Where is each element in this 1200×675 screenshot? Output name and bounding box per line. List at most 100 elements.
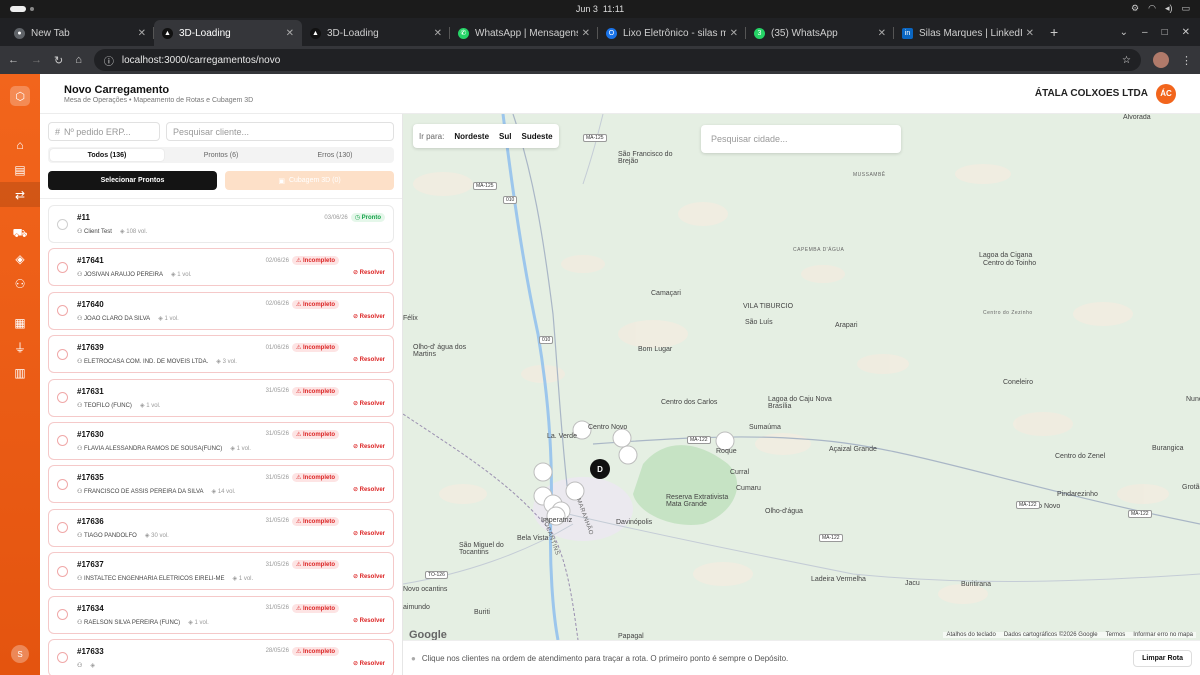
map-canvas[interactable]: D — [403, 114, 1200, 640]
resolve-button[interactable]: ⊘ Resolver — [353, 573, 385, 580]
users-icon[interactable]: ⚇ — [0, 271, 40, 296]
tab-new-tab[interactable]: ● New Tab ✕ — [6, 20, 154, 46]
order-checkbox[interactable] — [57, 392, 68, 404]
resolve-button[interactable]: ⊘ Resolver — [353, 617, 385, 624]
close-icon[interactable]: ✕ — [1026, 28, 1034, 39]
new-tab-button[interactable]: + — [1042, 24, 1066, 46]
order-number-input[interactable]: # Nº pedido ERP... — [48, 122, 160, 141]
report-icon[interactable]: ▥ — [0, 360, 40, 385]
tab-prontos[interactable]: Prontos (6) — [164, 149, 278, 161]
site-info-icon[interactable]: ⓘ — [104, 53, 114, 68]
home-icon[interactable]: ⌂ — [0, 132, 40, 157]
tab-3d-loading-active[interactable]: ▲ 3D-Loading ✕ — [154, 20, 302, 46]
cubagem-3d-button[interactable]: ▣ Cubagem 3D (0) — [225, 171, 394, 190]
forward-icon[interactable]: → — [31, 54, 42, 66]
order-card[interactable]: #17639 01/06/26 ⚠ Incompleto ⚇ ELETROCASA C… — [48, 335, 394, 374]
order-card[interactable]: #17636 31/05/26 ⚠ Incompleto ⚇ TIAGO PANDOL… — [48, 508, 394, 547]
resolve-button[interactable]: ⊘ Resolver — [353, 400, 385, 407]
truck-icon[interactable]: ⛟ — [0, 221, 40, 246]
tab-outlook[interactable]: O Lixo Eletrônico - silas ma ✕ — [598, 20, 746, 46]
document-icon[interactable]: ▦ — [0, 310, 40, 335]
bookmark-star-icon[interactable]: ☆ — [1122, 55, 1131, 66]
tab-3d-loading[interactable]: ▲ 3D-Loading ✕ — [302, 20, 450, 46]
app-logo-icon[interactable]: ⬡ — [10, 86, 30, 106]
reload-icon[interactable]: ↻ — [54, 54, 63, 67]
city-search-input[interactable]: Pesquisar cidade... — [701, 125, 901, 153]
clipboard-icon[interactable]: ▤ — [0, 157, 40, 182]
goto-sul-button[interactable]: Sul — [499, 132, 511, 141]
url-field[interactable]: ⓘ localhost:3000/carregamentos/novo ☆ — [93, 49, 1141, 71]
resolve-button[interactable]: ⊘ Resolver — [353, 269, 385, 276]
order-card[interactable]: #17630 31/05/26 ⚠ Incompleto ⚇ FLAVIA ALESS… — [48, 421, 394, 460]
maximize-icon[interactable]: □ — [1162, 27, 1168, 38]
close-icon[interactable]: ✕ — [730, 28, 738, 39]
resolve-button[interactable]: ⊘ Resolver — [353, 356, 385, 363]
keyboard-shortcuts-link[interactable]: Atalhos do teclado — [946, 632, 995, 638]
resolve-button[interactable]: ⊘ Resolver — [353, 486, 385, 493]
order-card[interactable]: #17631 31/05/26 ⚠ Incompleto ⚇ TEOFILO (FUN… — [48, 378, 394, 417]
close-icon[interactable]: ✕ — [434, 28, 442, 39]
back-icon[interactable]: ← — [8, 54, 19, 66]
order-checkbox[interactable] — [57, 305, 68, 317]
order-card[interactable]: #17635 31/05/26 ⚠ Incompleto ⚇ FRANCISCO DE… — [48, 465, 394, 504]
order-checkbox[interactable] — [57, 435, 68, 447]
resolve-button[interactable]: ⊘ Resolver — [353, 443, 385, 450]
client-search-input[interactable]: Pesquisar cliente... — [166, 122, 394, 141]
close-icon[interactable]: ✕ — [878, 28, 886, 39]
goto-sudeste-button[interactable]: Sudeste — [521, 132, 552, 141]
os-date: Jun 3 — [575, 4, 598, 14]
clear-route-button[interactable]: Limpar Rota — [1133, 649, 1192, 667]
activities-indicator[interactable] — [10, 6, 26, 12]
order-checkbox[interactable] — [57, 348, 68, 360]
order-checkbox[interactable] — [57, 565, 68, 577]
close-icon[interactable]: ✕ — [138, 28, 146, 39]
resolve-button[interactable]: ⊘ Resolver — [353, 313, 385, 320]
order-checkbox[interactable] — [57, 261, 68, 273]
order-card[interactable]: #11 03/06/26 ◷ Pronto ⚇ Client Test ◈ 108 vo… — [48, 205, 394, 243]
minimize-icon[interactable]: – — [1142, 27, 1148, 38]
resolve-button[interactable]: ⊘ Resolver — [353, 530, 385, 537]
tab-todos[interactable]: Todos (136) — [50, 149, 164, 161]
tab-linkedin[interactable]: in Silas Marques | LinkedIn ✕ — [894, 20, 1042, 46]
extension-icon[interactable]: ⚙ — [1131, 3, 1139, 14]
order-info: #17639 01/06/26 ⚠ Incompleto ⚇ ELETROCASA C… — [77, 343, 385, 365]
order-date: 31/05/26 — [265, 388, 289, 395]
menu-icon[interactable]: ⋮ — [1181, 54, 1192, 67]
close-icon[interactable]: ✕ — [582, 28, 590, 39]
wifi-icon[interactable]: ◠ — [1148, 3, 1156, 14]
close-window-icon[interactable]: ✕ — [1182, 27, 1190, 38]
goto-nordeste-button[interactable]: Nordeste — [454, 132, 489, 141]
status-text: Incompleto — [302, 648, 335, 655]
order-checkbox[interactable] — [57, 478, 68, 490]
terms-link[interactable]: Termos — [1106, 632, 1126, 638]
profile-avatar[interactable] — [1153, 52, 1169, 68]
volume-icon[interactable]: ◂) — [1165, 3, 1173, 14]
route-map[interactable]: D Ir para: Nordeste Sul Sudeste Pesquisa… — [403, 114, 1200, 675]
order-card[interactable]: #17637 31/05/26 ⚠ Incompleto ⚇ INSTALTEC EN… — [48, 552, 394, 591]
order-card[interactable]: #17634 31/05/26 ⚠ Incompleto ⚇ RAELSON SILV… — [48, 595, 394, 634]
order-card[interactable]: #17640 02/06/26 ⚠ Incompleto ⚇ JOAO CLARO D… — [48, 291, 394, 330]
order-checkbox[interactable] — [57, 522, 68, 534]
select-ready-button[interactable]: Selecionar Prontos — [48, 171, 217, 190]
route-icon[interactable]: ⇄ — [0, 182, 40, 207]
report-error-link[interactable]: Informar erro no mapa — [1133, 632, 1193, 638]
order-checkbox[interactable] — [57, 652, 68, 664]
company-avatar[interactable]: ÁC — [1156, 83, 1176, 104]
tab-label: New Tab — [31, 27, 70, 39]
order-card[interactable]: #17633 28/05/26 ⚠ Incompleto ⚇ ◈ ⊘ Resolver — [48, 638, 394, 675]
tab-whatsapp-web[interactable]: ✆ WhatsApp | Mensagens ✕ — [450, 20, 598, 46]
box-icon[interactable]: ◈ — [0, 246, 40, 271]
user-avatar[interactable]: S — [11, 645, 29, 663]
close-icon[interactable]: ✕ — [286, 28, 294, 39]
order-checkbox[interactable] — [57, 609, 68, 621]
home-icon[interactable]: ⌂ — [75, 54, 82, 66]
tab-erros[interactable]: Erros (130) — [278, 149, 392, 161]
resolve-button[interactable]: ⊘ Resolver — [353, 660, 385, 667]
order-checkbox[interactable] — [57, 218, 68, 230]
battery-icon[interactable]: ▭ — [1181, 3, 1190, 14]
tab-search-icon[interactable]: ⌄ — [1120, 27, 1128, 38]
tab-whatsapp[interactable]: 3 (35) WhatsApp ✕ — [746, 20, 894, 46]
system-tray[interactable]: ⚙ ◠ ◂) ▭ — [1131, 3, 1190, 14]
order-card[interactable]: #17641 02/06/26 ⚠ Incompleto ⚇ JOSIVAN ARAU… — [48, 248, 394, 287]
plug-icon[interactable]: ⏚ — [0, 335, 40, 360]
